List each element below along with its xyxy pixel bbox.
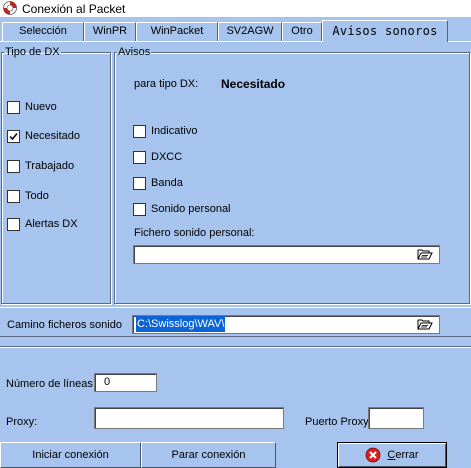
checkbox-box[interactable] (133, 150, 146, 164)
personal-sound-file-input[interactable] (133, 245, 440, 264)
tipo-dx-group: Tipo de DX (1, 46, 111, 304)
checkbox-indicativo[interactable]: Indicativo (133, 124, 197, 138)
title-bar: Conexión al Packet (0, 0, 471, 17)
open-folder-icon[interactable] (417, 318, 433, 330)
checkbox-dxcc[interactable]: DXCC (133, 150, 182, 164)
checkbox-label: DXCC (151, 151, 183, 163)
tab-otro[interactable]: Otro (282, 22, 322, 41)
checkbox-box[interactable] (133, 176, 146, 190)
close-button[interactable]: Cerrar (337, 442, 447, 468)
lines-input[interactable]: 0 (94, 373, 157, 392)
for-type-label: para tipo DX: (134, 78, 199, 90)
start-connection-button[interactable]: Iniciar conexión (0, 442, 141, 468)
dialog-client: Selección WinPR WinPacket SV2AGW Otro Av… (0, 17, 471, 468)
checkbox-banda[interactable]: Banda (133, 176, 183, 190)
proxy-label: Proxy: (6, 416, 38, 428)
checkbox-box[interactable] (7, 189, 20, 203)
close-rest: errar (395, 449, 419, 461)
sound-path-value: C:\Swisslog\WAV\ (136, 316, 226, 332)
separator (0, 346, 471, 348)
checkbox-box[interactable] (133, 202, 146, 216)
sound-path-input[interactable]: C:\Swisslog\WAV\ (132, 315, 440, 334)
checkbox-trabajado[interactable]: Trabajado (7, 159, 74, 173)
window-title: Conexión al Packet (22, 2, 126, 16)
checkbox-label: Trabajado (25, 160, 75, 172)
checkbox-necesitado[interactable]: Necesitado (7, 129, 80, 143)
checkbox-todo[interactable]: Todo (7, 189, 49, 203)
tab-seleccion[interactable]: Selección (2, 22, 84, 41)
proxy-port-input[interactable] (368, 407, 424, 429)
proxy-port-label: Puerto Proxy (305, 416, 369, 428)
checkbox-label: Alertas DX (25, 218, 78, 230)
sound-path-label: Camino ficheros sonido (7, 319, 122, 331)
checkbox-label: Sonido personal (151, 203, 231, 215)
tab-winpr[interactable]: WinPR (84, 22, 136, 41)
checkbox-label: Necesitado (25, 130, 81, 142)
checkbox-box-checked[interactable] (7, 129, 20, 143)
checkbox-alertas-dx[interactable]: Alertas DX (7, 217, 78, 231)
open-folder-icon[interactable] (417, 248, 433, 260)
checkmark-icon (9, 132, 18, 140)
checkbox-label: Banda (151, 177, 183, 189)
proxy-input[interactable] (94, 407, 284, 429)
checkbox-box[interactable] (7, 159, 20, 173)
red-x-icon (366, 447, 381, 463)
tab-avisos-sonoros[interactable]: Avisos sonoros (322, 20, 448, 42)
lifebuoy-icon (3, 1, 17, 15)
checkbox-box[interactable] (7, 100, 20, 114)
checkbox-label: Todo (25, 190, 49, 202)
close-button-label: Cerrar (387, 449, 418, 461)
checkbox-label: Nuevo (25, 101, 57, 113)
checkbox-nuevo[interactable]: Nuevo (7, 100, 57, 114)
tipo-dx-legend: Tipo de DX (5, 46, 60, 58)
checkbox-box[interactable] (7, 217, 20, 231)
avisos-legend: Avisos (118, 46, 151, 58)
sound-path-panel: Camino ficheros sonido C:\Swisslog\WAV\ (0, 307, 471, 337)
checkbox-sonido-personal[interactable]: Sonido personal (133, 202, 231, 216)
checkbox-box[interactable] (133, 124, 146, 138)
for-type-value: Necesitado (221, 77, 286, 91)
file-label: Fichero sonido personal: (134, 227, 255, 239)
stop-connection-button[interactable]: Parar conexión (141, 442, 276, 468)
tab-winpacket[interactable]: WinPacket (136, 22, 218, 41)
tab-sv2agw[interactable]: SV2AGW (218, 22, 282, 41)
tab-panel-avisos: Tipo de DX Nuevo Necesitado Trabajado To… (0, 41, 471, 304)
lines-label: Número de líneas: (6, 378, 96, 390)
checkbox-label: Indicativo (151, 125, 198, 137)
